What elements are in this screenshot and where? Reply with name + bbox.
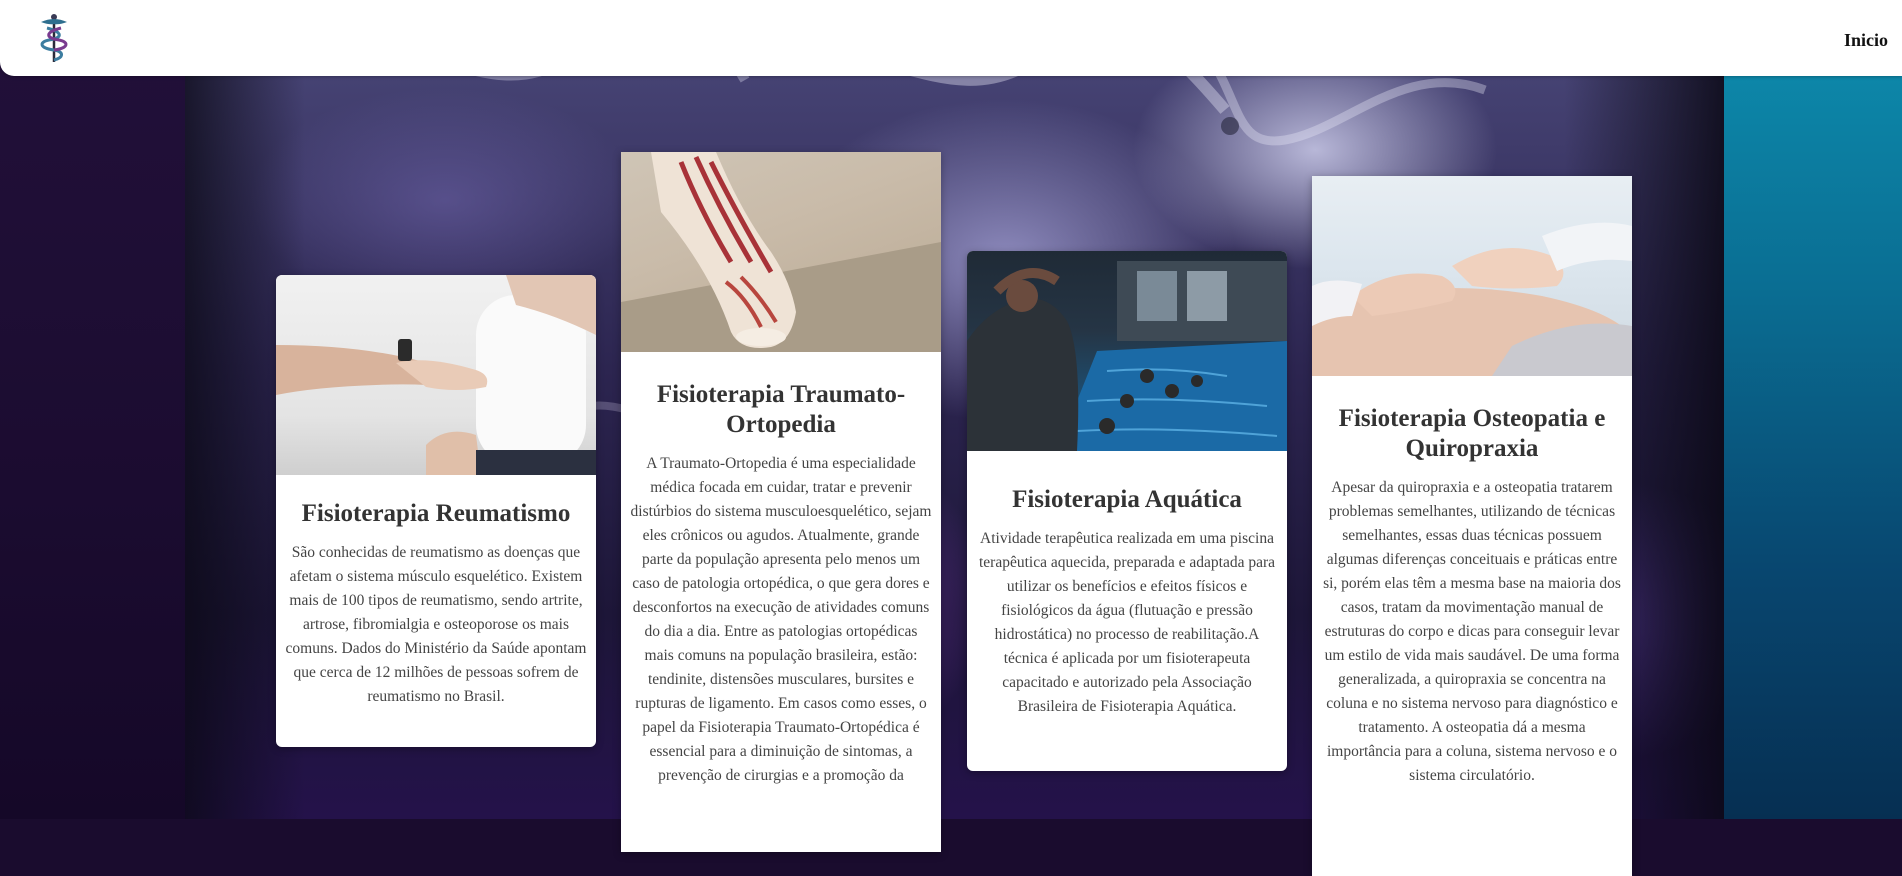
traumato-photo: [621, 152, 941, 352]
service-card-traumato-ortopedia: Fisioterapia Traumato-Ortopedia A Trauma…: [621, 152, 941, 852]
card-title: Fisioterapia Aquática: [1012, 486, 1242, 513]
card-title: Fisioterapia Osteopatia e Quiropraxia: [1338, 405, 1606, 462]
aquatica-photo: [967, 251, 1287, 451]
card-text: São conhecidas de reumatismo as doenças …: [285, 544, 587, 705]
card-title: Fisioterapia Traumato-Ortopedia: [656, 381, 906, 438]
caduceus-logo-icon[interactable]: [37, 12, 71, 64]
background-right-panel: [1724, 0, 1902, 819]
nav-link-inicio[interactable]: Inicio: [1844, 30, 1888, 51]
service-card-aquatica: Fisioterapia Aquática Atividade terapêut…: [967, 251, 1287, 771]
card-text: Apesar da quiropraxia e a osteopatia tra…: [1323, 479, 1621, 784]
card-text: Atividade terapêutica realizada em uma p…: [978, 530, 1276, 715]
service-card-osteopatia-quiropraxia: Fisioterapia Osteopatia e Quiropraxia Ap…: [1312, 176, 1632, 876]
osteopatia-photo: [1312, 176, 1632, 376]
navbar: Inicio: [0, 0, 1902, 76]
reumatismo-photo: [276, 275, 596, 475]
background-left-panel: [0, 0, 185, 819]
card-text: A Traumato-Ortopedia é uma especialidade…: [630, 455, 932, 784]
service-card-reumatismo: Fisioterapia Reumatismo São conhecidas d…: [276, 275, 596, 747]
card-title: Fisioterapia Reumatismo: [301, 500, 571, 527]
